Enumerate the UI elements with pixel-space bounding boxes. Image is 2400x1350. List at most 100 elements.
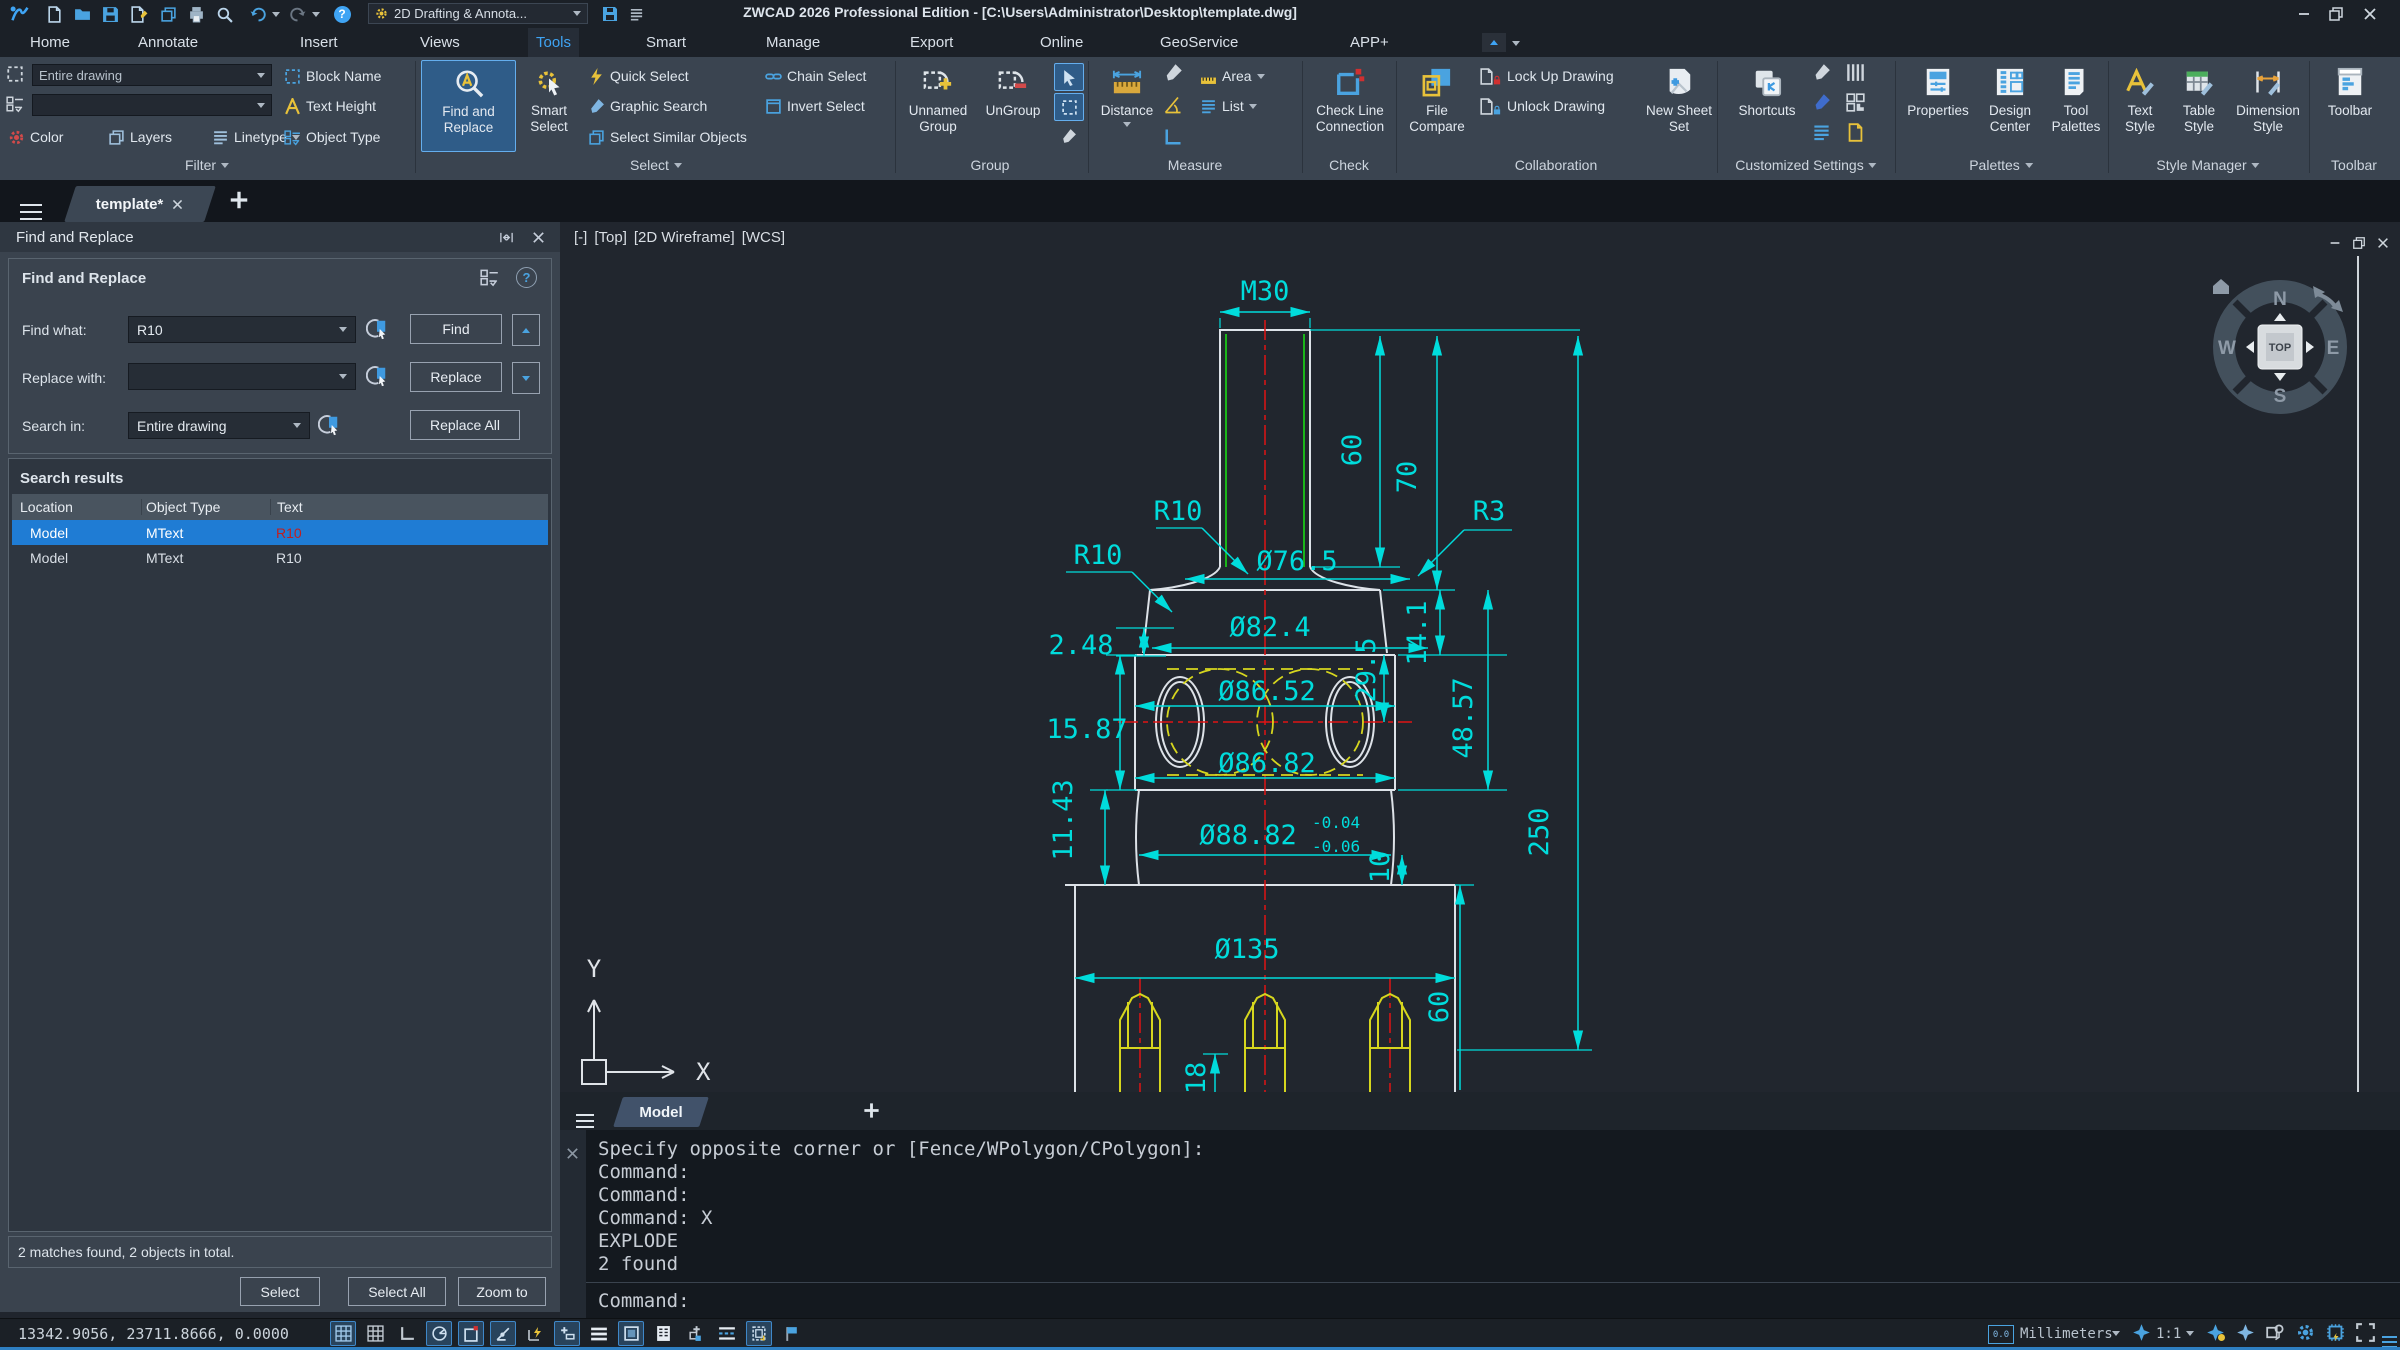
measure-group-label[interactable]: Measure: [1168, 155, 1222, 175]
new-layout-button[interactable]: [862, 1101, 881, 1120]
annotation-scale-caret[interactable]: [2186, 1331, 2194, 1336]
polar-tracking-toggle[interactable]: [426, 1321, 452, 1346]
new-file-button[interactable]: [42, 3, 66, 25]
preview-button[interactable]: [212, 3, 236, 25]
ortho-mode-toggle[interactable]: [394, 1321, 420, 1346]
save-button[interactable]: [98, 3, 122, 25]
quick-properties-toggle[interactable]: [650, 1321, 676, 1346]
group-on-icon[interactable]: [1054, 63, 1084, 91]
palettes-group-label[interactable]: Palettes: [1969, 155, 2033, 175]
search-pick-object-icon[interactable]: [318, 414, 340, 436]
menu-tools[interactable]: Tools: [528, 28, 579, 57]
customized-settings-group-label[interactable]: Customized Settings: [1735, 155, 1876, 175]
measure-angle-icon[interactable]: [1163, 63, 1183, 83]
collaboration-group-label[interactable]: Collaboration: [1515, 155, 1598, 175]
chain-select-button[interactable]: Chain Select: [765, 64, 866, 88]
new-sheet-set-button[interactable]: New Sheet Set: [1645, 60, 1713, 152]
find-button[interactable]: Find: [410, 314, 502, 344]
find-what-combo[interactable]: R10: [128, 316, 356, 343]
unnamed-group-button[interactable]: Unnamed Group: [901, 60, 975, 152]
menu-geoservice[interactable]: GeoService: [1152, 28, 1246, 57]
design-center-button[interactable]: Design Center: [1977, 60, 2043, 152]
graphic-search-button[interactable]: Graphic Search: [588, 94, 707, 118]
replace-all-button[interactable]: Replace All: [410, 410, 520, 440]
annotation-scale-value[interactable]: 1:1: [2156, 1326, 2181, 1342]
shortcuts-button[interactable]: Shortcuts: [1733, 60, 1801, 152]
view-cube[interactable]: N S W E TOP: [2205, 272, 2355, 422]
check-group-label[interactable]: Check: [1329, 155, 1369, 175]
toolbox-icon[interactable]: [598, 3, 622, 25]
lock-up-drawing-button[interactable]: Lock Up Drawing: [1478, 64, 1614, 88]
ribbon-collapse-caret[interactable]: [1512, 41, 1520, 46]
menu-smart[interactable]: Smart: [638, 28, 694, 57]
panel-close-icon[interactable]: [531, 229, 546, 246]
doc-tab-close-icon[interactable]: [171, 198, 184, 211]
batch-select-icon[interactable]: [480, 268, 499, 287]
tool-palettes-button[interactable]: Tool Palettes: [2047, 60, 2105, 152]
find-and-replace-button[interactable]: Find and Replace: [421, 60, 516, 152]
viewport-close-icon[interactable]: [2376, 234, 2390, 252]
find-pick-object-icon[interactable]: [366, 318, 388, 340]
rotate-left-arrow[interactable]: [2246, 341, 2254, 353]
minimize-button[interactable]: [2290, 4, 2318, 24]
menu-manage[interactable]: Manage: [758, 28, 828, 57]
file-tabs-menu-icon[interactable]: [20, 193, 42, 211]
dynamic-input-toggle[interactable]: [522, 1321, 548, 1346]
pgp-edit-icon[interactable]: [1812, 93, 1831, 112]
undo-button[interactable]: [246, 3, 270, 25]
menu-app-plus[interactable]: APP+: [1342, 28, 1397, 57]
compass-east[interactable]: E: [2327, 338, 2340, 359]
close-button[interactable]: [2356, 4, 2384, 24]
select-all-button[interactable]: Select All: [348, 1277, 446, 1306]
area-button[interactable]: Area: [1200, 64, 1265, 88]
viewcube-top-label[interactable]: TOP: [2269, 342, 2291, 354]
filter-block-name-button[interactable]: Block Name: [284, 64, 381, 88]
copy-button[interactable]: [156, 3, 180, 25]
compass-west[interactable]: W: [2218, 338, 2236, 359]
measure-coordinate-icon[interactable]: [1163, 127, 1183, 147]
file-compare-button[interactable]: File Compare: [1404, 60, 1470, 152]
filter-type-combo[interactable]: [32, 94, 272, 116]
hardware-acceleration-icon[interactable]: [2326, 1323, 2345, 1342]
selection-preview-toggle[interactable]: [618, 1321, 644, 1346]
ribbon-collapse-toggle[interactable]: [1482, 33, 1506, 52]
result-row-selected[interactable]: Model MText R10: [12, 520, 548, 545]
snap-mode-toggle[interactable]: [362, 1321, 388, 1346]
group-group-label[interactable]: Group: [971, 155, 1010, 175]
smart-select-button[interactable]: Smart Select: [519, 60, 579, 152]
help-icon[interactable]: ?: [330, 3, 354, 25]
panel-help-icon[interactable]: ?: [516, 267, 537, 288]
menu-export[interactable]: Export: [902, 28, 961, 57]
open-file-button[interactable]: [70, 3, 94, 25]
object-snap-tracking-toggle[interactable]: [490, 1321, 516, 1346]
auto-annotation-scale-icon[interactable]: [2236, 1323, 2255, 1342]
table-style-button[interactable]: Table Style: [2170, 60, 2228, 152]
filter-group-label[interactable]: Filter: [185, 155, 229, 175]
lineweight-display-toggle[interactable]: [554, 1321, 580, 1346]
new-tab-button[interactable]: [228, 189, 250, 211]
dimension-style-button[interactable]: Dimension Style: [2232, 60, 2304, 152]
filter-search-combo[interactable]: Entire drawing: [32, 64, 272, 86]
compass-south[interactable]: S: [2274, 386, 2287, 407]
toolbar-group-label[interactable]: Toolbar: [2331, 155, 2377, 175]
text-style-button[interactable]: Text Style: [2114, 60, 2166, 152]
filter-color-button[interactable]: Color: [8, 125, 63, 149]
menu-insert[interactable]: Insert: [292, 28, 346, 57]
toolbar-button[interactable]: Toolbar: [2318, 60, 2382, 152]
select-similar-objects-button[interactable]: Select Similar Objects: [588, 125, 747, 149]
invert-select-button[interactable]: Invert Select: [765, 94, 865, 118]
zoom-to-button[interactable]: Zoom to: [458, 1277, 546, 1306]
filter-type-icon[interactable]: [6, 95, 24, 113]
ungroup-button[interactable]: UnGroup: [978, 60, 1048, 152]
object-snap-toggle[interactable]: [458, 1321, 484, 1346]
command-close-icon[interactable]: [565, 1142, 580, 1164]
interface-bars-icon[interactable]: [1846, 63, 1865, 82]
list-button[interactable]: List: [1200, 94, 1257, 118]
status-menu-icon[interactable]: [2382, 1325, 2397, 1343]
transparency-toggle[interactable]: [586, 1321, 612, 1346]
group-edit-icon[interactable]: [1054, 123, 1082, 149]
replace-pick-object-icon[interactable]: [366, 365, 388, 387]
copy-mode-toggle[interactable]: [682, 1321, 708, 1346]
measure-arc-icon[interactable]: [1163, 95, 1183, 115]
grid-display-toggle[interactable]: [330, 1321, 356, 1346]
